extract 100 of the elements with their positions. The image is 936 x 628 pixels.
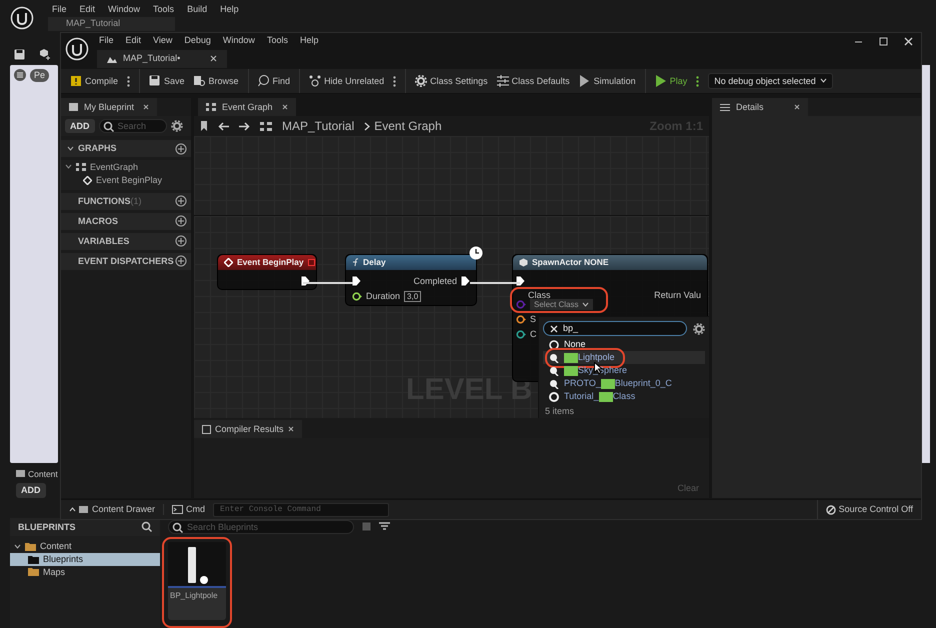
menu-item[interactable]: View <box>153 35 172 46</box>
section-header[interactable]: MACROS <box>61 212 191 230</box>
menu-item[interactable]: Help <box>220 4 239 16</box>
menu-item[interactable]: Help <box>300 35 318 46</box>
data-pin-icon[interactable] <box>516 330 526 340</box>
settings-icon[interactable] <box>170 120 182 132</box>
function-node[interactable]: Delay Completed Duration 3,0 <box>345 254 477 306</box>
content-drawer-button[interactable]: Content Drawer <box>69 504 156 515</box>
exec-pin-icon[interactable] <box>461 276 470 286</box>
save-icon <box>149 75 162 87</box>
data-pin-icon[interactable] <box>352 292 362 302</box>
section-header[interactable]: FUNCTIONS(1) <box>61 192 191 210</box>
viewport-pill[interactable]: Pe <box>30 68 50 82</box>
settings-icon[interactable] <box>693 322 705 334</box>
close-icon[interactable] <box>288 426 294 432</box>
menu-item[interactable]: File <box>52 4 67 16</box>
section-title[interactable]: MACROS <box>78 216 175 226</box>
class-option[interactable]: None <box>543 338 705 351</box>
content-tab[interactable]: Content <box>28 468 58 479</box>
add-icon[interactable] <box>175 142 187 154</box>
value-field[interactable]: 3,0 <box>404 290 422 302</box>
circle-icon <box>549 340 559 350</box>
event-node[interactable]: Event BeginPlay <box>217 254 317 290</box>
tree-item[interactable]: EventGraph <box>90 162 138 173</box>
toolbar-button[interactable]: Simulation <box>578 75 636 87</box>
folder-row[interactable]: Content <box>10 540 160 553</box>
caret-down-icon[interactable] <box>65 164 72 170</box>
menu-item[interactable]: Window <box>222 35 255 46</box>
class-dropdown[interactable]: Select Class <box>530 298 594 310</box>
forward-icon[interactable] <box>239 122 250 130</box>
add-icon[interactable] <box>175 215 187 228</box>
add-icon[interactable] <box>175 255 187 268</box>
search-icon[interactable] <box>141 521 152 532</box>
document-tab[interactable]: MAP_Tutorial <box>48 17 175 31</box>
close-icon[interactable] <box>143 104 149 110</box>
section-title[interactable]: VARIABLES <box>78 236 175 246</box>
logo-icon[interactable] <box>65 37 89 61</box>
bookmark-icon[interactable] <box>200 121 208 131</box>
menu-item[interactable]: Tools <box>266 35 288 46</box>
source-control-button[interactable]: Source Control Off <box>816 500 921 519</box>
class-option[interactable]: Tutorial_ Class <box>543 390 705 403</box>
add-icon[interactable] <box>175 195 187 208</box>
menu-item[interactable]: Build <box>187 4 208 16</box>
add-icon[interactable] <box>175 235 187 248</box>
breadcrumb-link[interactable]: Event Graph <box>374 118 442 134</box>
add-button[interactable]: ADD <box>16 482 46 498</box>
search-field[interactable]: bp_ <box>543 321 687 336</box>
menu-item[interactable]: Edit <box>80 4 96 16</box>
menu-item[interactable]: File <box>99 35 114 46</box>
class-option[interactable]: Lightpole <box>543 351 705 364</box>
clear-icon[interactable] <box>550 324 558 332</box>
toolbar-button[interactable]: Browse <box>194 75 239 87</box>
caret-down-icon[interactable] <box>14 542 21 550</box>
node-title: Event BeginPlay <box>237 257 304 268</box>
save-icon[interactable] <box>14 48 25 60</box>
breadcrumb-link[interactable]: MAP_Tutorial <box>282 118 354 134</box>
close-icon[interactable] <box>794 104 800 110</box>
debug-dropdown[interactable]: No debug object selected <box>708 72 833 90</box>
exec-pin-icon[interactable] <box>352 276 361 286</box>
toolbar-button[interactable]: Compile <box>70 75 118 87</box>
logo-icon[interactable] <box>10 6 34 30</box>
section-header[interactable]: EVENT DISPATCHERS <box>61 252 191 270</box>
section-header[interactable]: VARIABLES <box>61 232 191 250</box>
menu-item[interactable]: Tools <box>153 4 174 16</box>
menu-item[interactable]: Edit <box>126 35 142 46</box>
kebab-icon[interactable] <box>127 76 130 86</box>
cube-plus-icon[interactable] <box>39 48 51 60</box>
section-title[interactable]: EVENT DISPATCHERS <box>78 256 175 266</box>
add-button[interactable]: ADD <box>65 118 94 134</box>
menu-icon[interactable] <box>14 68 26 81</box>
console-field[interactable]: Enter Console Command <box>213 502 390 516</box>
close-icon[interactable] <box>282 104 288 110</box>
close-icon[interactable] <box>210 55 217 62</box>
kebab-icon[interactable] <box>696 76 700 86</box>
asset-tile[interactable]: BP_Lightpole <box>168 542 226 620</box>
toolbar-button[interactable]: Find <box>258 75 290 87</box>
back-icon[interactable] <box>218 122 229 130</box>
class-option[interactable]: PROTO_ Blueprint_0_C <box>543 377 705 390</box>
menu-item[interactable]: Debug <box>184 35 211 46</box>
menu-item[interactable]: Window <box>108 4 140 16</box>
close-icon[interactable] <box>904 37 913 46</box>
exec-pin-icon[interactable] <box>516 276 525 286</box>
toolbar-button[interactable]: Class Settings <box>415 75 488 87</box>
search-field[interactable]: Search <box>98 119 166 133</box>
toolbar-button[interactable]: Hide Unrelated <box>309 75 384 87</box>
cmd-button[interactable]: Cmd <box>163 504 206 515</box>
exec-pin-icon[interactable] <box>301 276 310 286</box>
toolbar-button[interactable]: Class Defaults <box>496 75 570 87</box>
folder-row[interactable]: Maps <box>10 566 160 578</box>
toolbar-button[interactable]: Play <box>654 75 688 87</box>
filter-icon[interactable] <box>379 522 390 532</box>
data-pin-icon[interactable] <box>516 315 526 324</box>
maximize-icon[interactable] <box>879 37 888 46</box>
search-field[interactable]: Search Blueprints <box>168 520 354 534</box>
section-title[interactable]: FUNCTIONS <box>78 196 130 206</box>
kebab-icon[interactable] <box>393 76 396 86</box>
toolbar-button[interactable]: Save <box>149 75 185 87</box>
tree-item[interactable]: Event BeginPlay <box>96 174 162 186</box>
folder-row[interactable]: Blueprints <box>10 552 160 566</box>
caret-down-icon[interactable] <box>67 146 74 152</box>
